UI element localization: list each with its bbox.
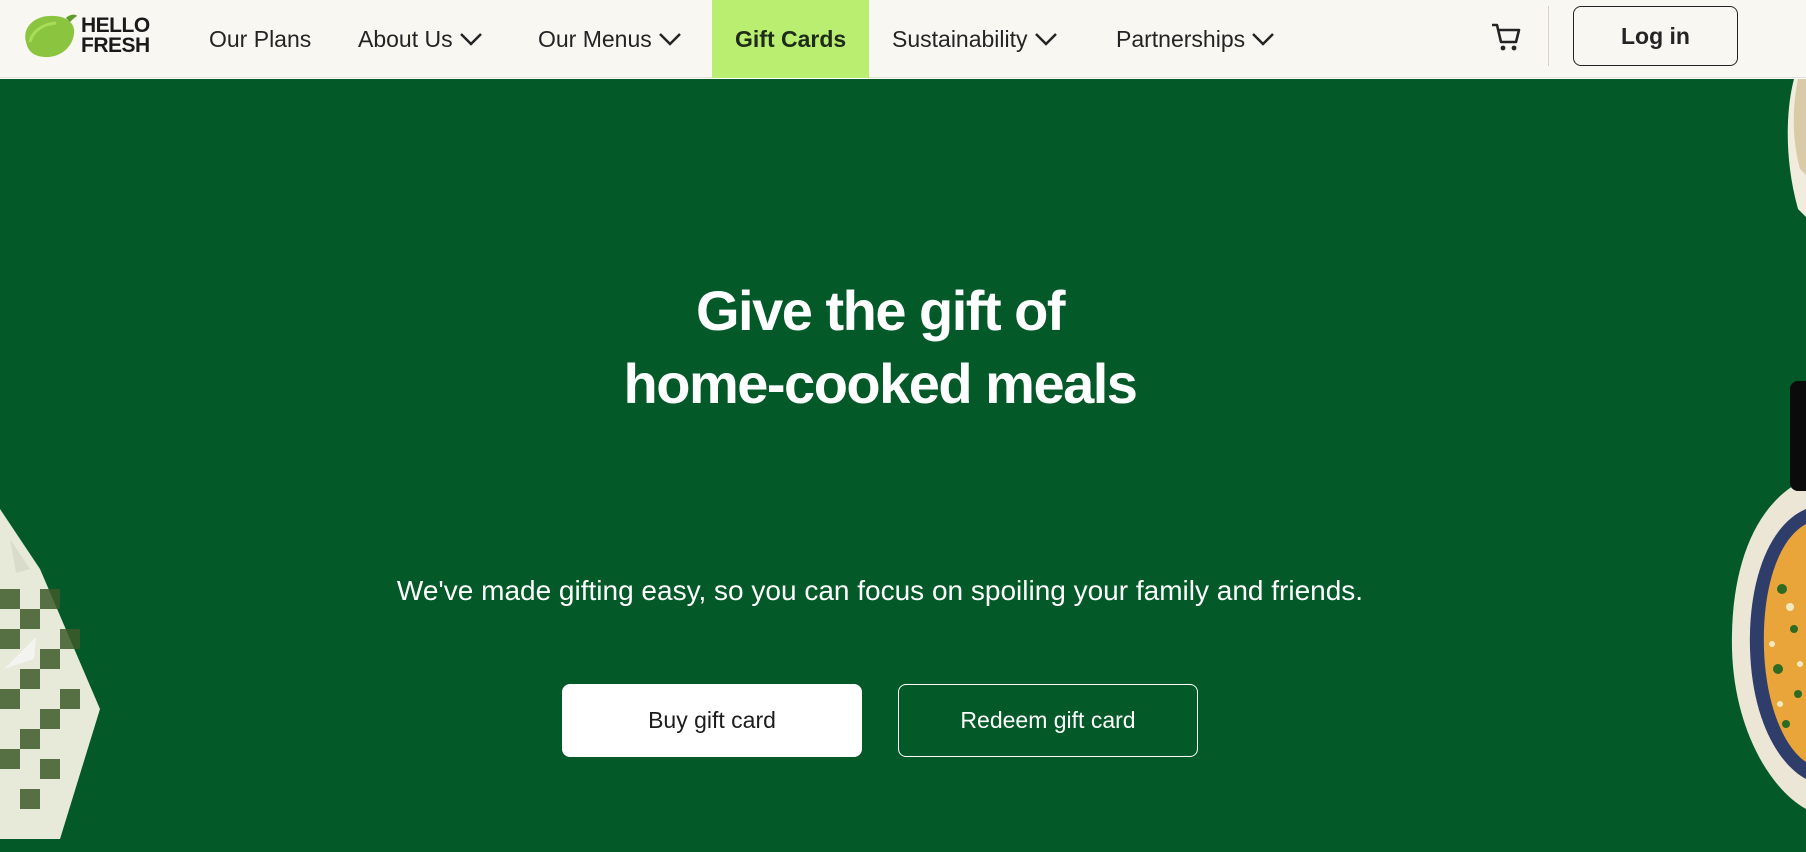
- login-button[interactable]: Log in: [1573, 6, 1738, 66]
- nav-label: Our Menus: [538, 25, 652, 52]
- gift-card-hero: Give the gift of home-cooked meals We've…: [0, 79, 1806, 852]
- hero-title: Give the gift of home-cooked meals: [0, 274, 1760, 420]
- logo-word-hello: HELLO: [81, 14, 150, 37]
- nav-our-plans[interactable]: Our Plans: [209, 0, 311, 78]
- header-divider: [1548, 6, 1549, 66]
- nav-label: Gift Cards: [735, 25, 847, 52]
- hellofresh-logo[interactable]: HELLO FRESH: [20, 12, 165, 62]
- site-header: HELLO FRESH Our Plans About Us Our Menus…: [0, 0, 1806, 78]
- nav-label: Sustainability: [892, 25, 1028, 52]
- napkin-image: [0, 509, 100, 839]
- nav-our-menus[interactable]: Our Menus: [538, 0, 682, 78]
- nav-gift-cards[interactable]: Gift Cards: [712, 0, 870, 78]
- nav-sustainability[interactable]: Sustainability: [892, 0, 1058, 78]
- logo-wordmark: HELLO FRESH: [81, 14, 150, 57]
- buy-gift-card-button[interactable]: Buy gift card: [562, 684, 862, 757]
- hero-title-line-1: Give the gift of: [696, 279, 1066, 342]
- nav-about-us[interactable]: About Us: [358, 0, 483, 78]
- food-bowl-image: [1731, 479, 1806, 809]
- hero-subtitle: We've made gifting easy, so you can focu…: [396, 575, 1364, 606]
- logo-word-fresh: FRESH: [81, 34, 150, 57]
- cart-icon[interactable]: [1490, 21, 1522, 53]
- hero-title-line-2: home-cooked meals: [623, 352, 1138, 415]
- nav-label: Our Plans: [209, 25, 312, 52]
- nav-label: Partnerships: [1116, 25, 1246, 52]
- feedback-side-tab[interactable]: [1790, 381, 1806, 491]
- nav-label: About Us: [358, 25, 453, 52]
- nav-partnerships[interactable]: Partnerships: [1116, 0, 1275, 78]
- plate-image: [1787, 79, 1806, 217]
- chevron-down-icon: [459, 33, 482, 46]
- chevron-down-icon: [658, 33, 681, 46]
- redeem-gift-card-button[interactable]: Redeem gift card: [898, 684, 1198, 757]
- chevron-down-icon: [1252, 33, 1275, 46]
- chevron-down-icon: [1034, 33, 1057, 46]
- lime-logo-icon: [25, 14, 77, 58]
